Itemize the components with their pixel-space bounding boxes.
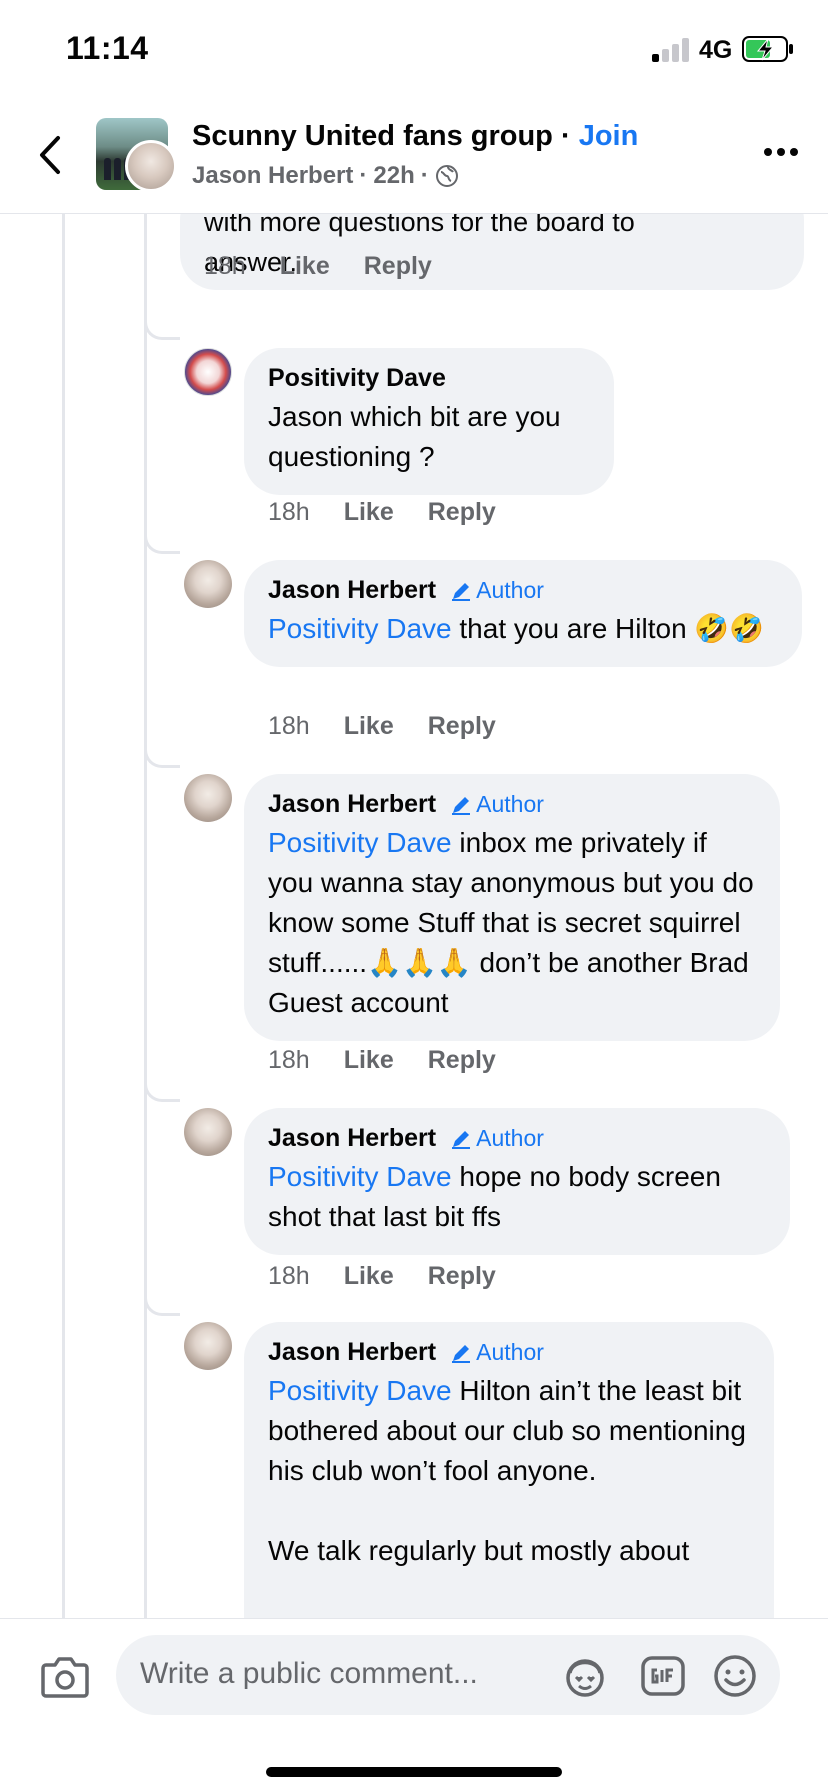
author-badge: Author [450, 1339, 544, 1366]
avatar-sticker-icon[interactable] [562, 1653, 608, 1699]
author-name[interactable]: Jason Herbert [268, 790, 436, 819]
reply-bubble: Jason Herbert Author Positivity Dave hop… [244, 1108, 790, 1255]
home-indicator[interactable] [266, 1767, 562, 1777]
comment-input[interactable]: Write a public comment... [116, 1635, 780, 1715]
reply-text: Positivity Dave hope no body screen shot… [268, 1161, 721, 1232]
reply-button[interactable]: Reply [428, 498, 496, 527]
comment-actions: 18h Like Reply [204, 252, 432, 281]
reply-time[interactable]: 18h [268, 498, 310, 527]
pencil-icon [452, 796, 471, 815]
post-header: Scunny United fans group · Join Jason He… [0, 100, 828, 214]
reply-button[interactable]: Reply [428, 1262, 496, 1291]
post-meta: Jason Herbert · 22h · [192, 162, 459, 190]
reply-text: Positivity Dave Hilton ain’t the least b… [268, 1375, 746, 1486]
author-badge: Author [450, 791, 544, 818]
like-button[interactable]: Like [344, 1262, 394, 1291]
status-time: 11:14 [66, 30, 149, 66]
group-name[interactable]: Scunny United fans group [192, 120, 553, 152]
author-name[interactable]: Jason Herbert [268, 1124, 436, 1153]
author-name[interactable]: Jason Herbert [268, 1338, 436, 1367]
comment-thread[interactable]: with more questions for the board to ans… [0, 214, 828, 1618]
avatar[interactable] [184, 560, 232, 608]
reply-bubble: Jason Herbert Author Positivity Dave inb… [244, 774, 780, 1041]
poster-name[interactable]: Jason Herbert [192, 162, 353, 190]
battery-charging-icon [742, 36, 793, 62]
mention-link[interactable]: Positivity Dave [268, 1375, 452, 1406]
like-button[interactable]: Like [344, 1046, 394, 1075]
reply-actions: 18h Like Reply [268, 498, 496, 527]
emoji-icon[interactable] [712, 1653, 758, 1699]
reply-time[interactable]: 18h [268, 1262, 310, 1291]
reply-button[interactable]: Reply [428, 1046, 496, 1075]
reply-text: Positivity Dave inbox me privately if yo… [268, 827, 754, 1018]
pencil-icon [452, 582, 471, 601]
comment-time[interactable]: 18h [204, 252, 246, 281]
reply-time[interactable]: 18h [268, 1046, 310, 1075]
reply-time[interactable]: 18h [268, 712, 310, 741]
globe-icon [435, 165, 458, 187]
author-badge: Author [450, 1125, 544, 1152]
post-age[interactable]: 22h [373, 162, 414, 190]
pencil-icon [452, 1344, 471, 1363]
mention-link[interactable]: Positivity Dave [268, 613, 452, 644]
reply-button[interactable]: Reply [428, 712, 496, 741]
cellular-signal-icon [652, 38, 692, 62]
reply-bubble: Jason Herbert Author Positivity Dave tha… [244, 560, 802, 667]
author-name[interactable]: Positivity Dave [268, 364, 446, 393]
reply-thread-line [144, 214, 147, 1618]
camera-icon[interactable] [40, 1653, 90, 1699]
join-button[interactable]: Join [579, 120, 639, 152]
avatar[interactable] [184, 774, 232, 822]
more-options-icon[interactable] [764, 148, 798, 156]
status-bar: 11:14 4G [0, 0, 828, 100]
mention-link[interactable]: Positivity Dave [268, 1161, 452, 1192]
reply-button[interactable]: Reply [364, 252, 432, 281]
title-separator: · [552, 120, 579, 152]
like-button[interactable]: Like [280, 252, 330, 281]
network-type: 4G [699, 36, 733, 64]
comment-text-cut: with more questions for the board to [204, 214, 635, 237]
reply-text: Positivity Dave that you are Hilton 🤣🤣 [268, 613, 765, 644]
gif-icon[interactable] [640, 1653, 686, 1699]
reply-bubble: Jason Herbert Author Positivity Dave Hil… [244, 1322, 774, 1618]
comment-placeholder: Write a public comment... [140, 1657, 478, 1690]
like-button[interactable]: Like [344, 712, 394, 741]
comment-composer: Write a public comment... [0, 1618, 828, 1792]
mention-link[interactable]: Positivity Dave [268, 827, 452, 858]
author-badge: Author [450, 577, 544, 604]
back-chevron-icon[interactable] [30, 130, 70, 180]
avatar[interactable] [184, 348, 232, 396]
like-button[interactable]: Like [344, 498, 394, 527]
pencil-icon [452, 1130, 471, 1149]
poster-avatar[interactable] [125, 140, 177, 192]
reply-bubble: Positivity Dave Jason which bit are you … [244, 348, 614, 495]
reply-text: Jason which bit are you questioning ? [268, 401, 561, 472]
avatar[interactable] [184, 1322, 232, 1370]
reply-actions: 18h Like Reply [268, 712, 496, 741]
reply-actions: 18h Like Reply [268, 1046, 496, 1075]
thread-line [62, 214, 65, 1618]
avatar[interactable] [184, 1108, 232, 1156]
reply-text-continued: We talk regularly but mostly about [268, 1535, 690, 1566]
group-title[interactable]: Scunny United fans group · Join [192, 120, 638, 153]
author-name[interactable]: Jason Herbert [268, 576, 436, 605]
reply-actions: 18h Like Reply [268, 1262, 496, 1291]
